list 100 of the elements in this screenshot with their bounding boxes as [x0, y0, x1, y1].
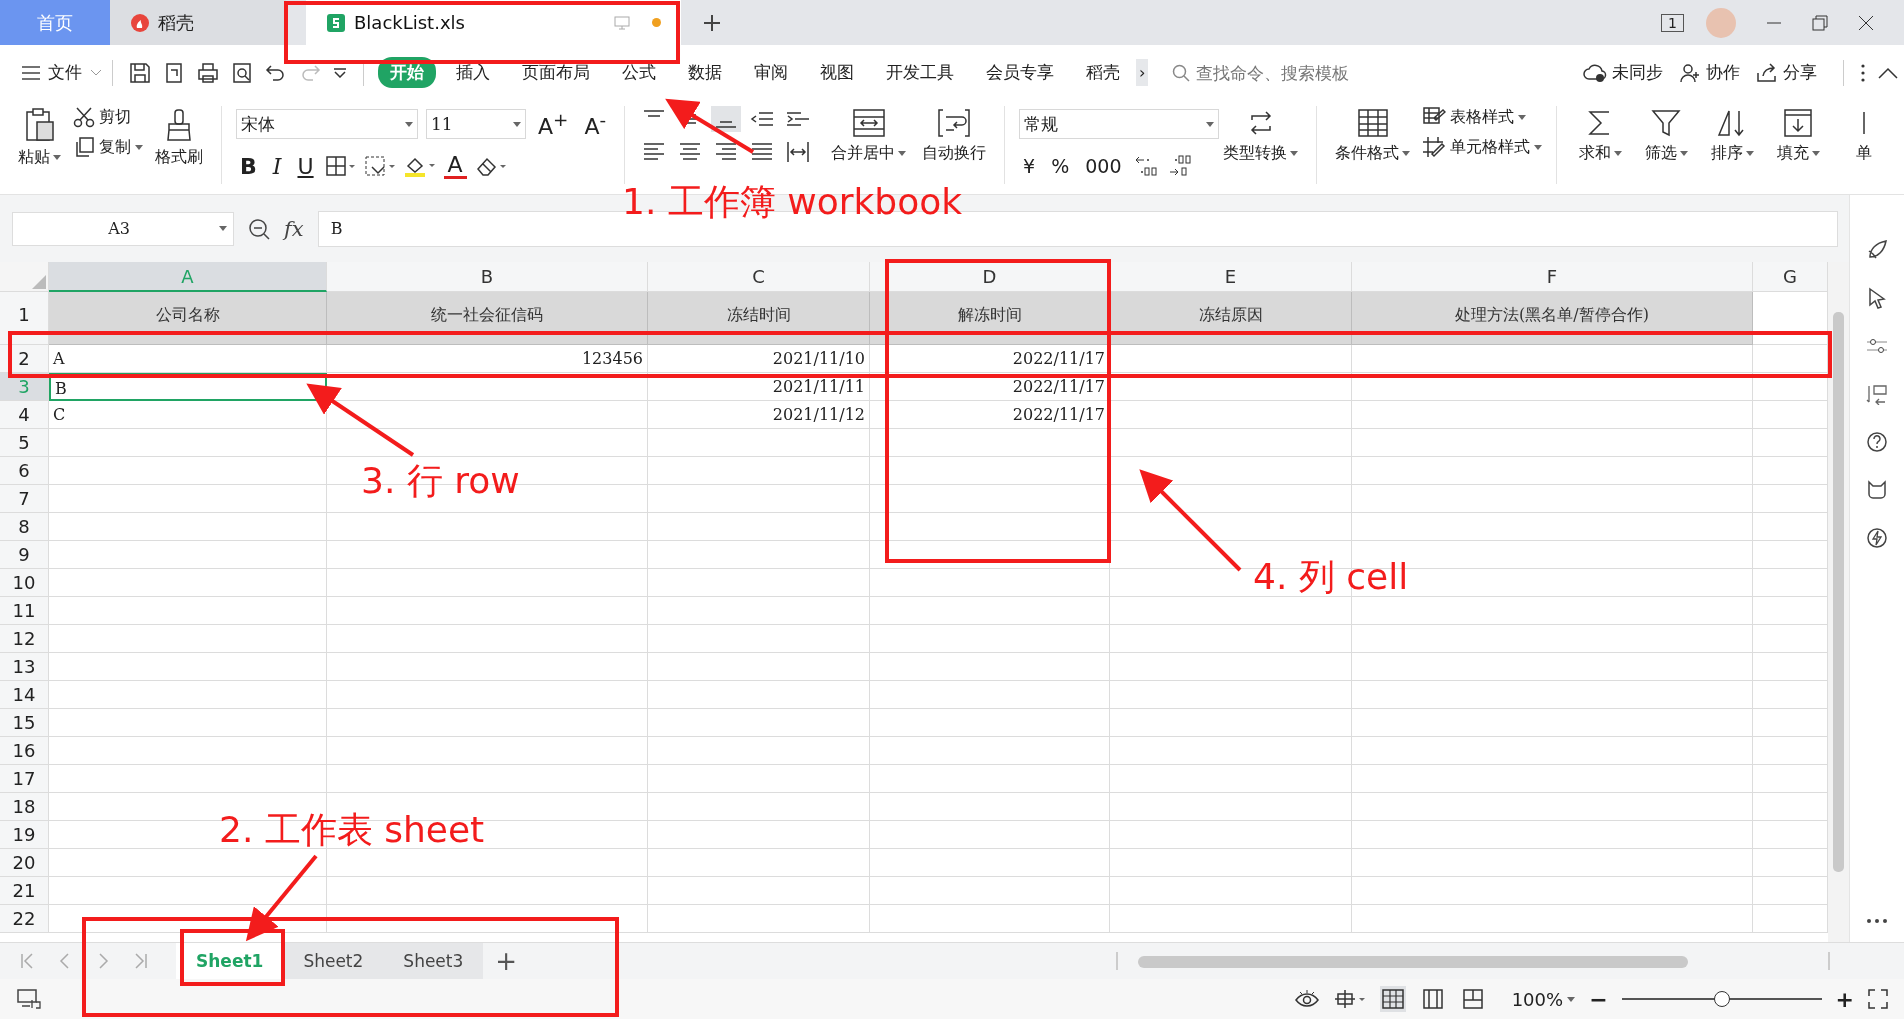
column-header[interactable]: G [1753, 262, 1828, 292]
insert-function-button[interactable]: fx [284, 216, 304, 241]
format-painter-button[interactable]: 格式刷 [151, 106, 207, 170]
zoom-dropdown[interactable]: 100% [1511, 988, 1576, 1010]
row-header[interactable]: 7 [0, 485, 49, 513]
new-tab-icon[interactable] [703, 13, 721, 32]
column-header[interactable]: B [327, 262, 648, 292]
more-vertical-icon[interactable] [1860, 62, 1866, 83]
print-preview-icon[interactable] [231, 61, 253, 84]
text-style-button[interactable]: U [293, 153, 318, 179]
toolbar-action[interactable]: 协作 [1679, 61, 1740, 84]
row-header[interactable]: 12 [0, 625, 49, 653]
file-menu[interactable]: 文件 [22, 61, 102, 84]
cursor-icon[interactable] [1866, 287, 1888, 309]
freeze-panes-icon[interactable] [1333, 988, 1366, 1010]
wrap-text-button[interactable]: 自动换行 [918, 106, 991, 166]
eraser-icon[interactable] [474, 155, 507, 177]
column-header[interactable]: C [648, 262, 870, 292]
type-convert-button[interactable]: 类型转换 [1219, 106, 1303, 166]
row-header[interactable]: 21 [0, 877, 49, 905]
merge-center-button[interactable]: 合并居中 [827, 106, 911, 166]
row-header[interactable]: 11 [0, 597, 49, 625]
page-count[interactable]: 1 [1661, 13, 1684, 32]
row-header[interactable]: 14 [0, 681, 49, 709]
editing-button[interactable]: 单 [1835, 106, 1894, 166]
cat-icon[interactable] [1866, 479, 1888, 501]
fullscreen-icon[interactable] [1868, 989, 1888, 1009]
ribbon-tab[interactable]: 公式 [610, 57, 668, 88]
window-tab[interactable]: BlackList.xls [306, 0, 681, 45]
font-size-button[interactable]: A$^{-}$ [580, 108, 611, 140]
print-icon[interactable] [197, 61, 219, 84]
row-header[interactable]: 6 [0, 457, 49, 485]
sheet-tab[interactable]: Sheet2 [283, 943, 384, 979]
number-format-dropdown[interactable]: 常规 [1019, 109, 1220, 139]
table-style-button[interactable]: 表格样式 [1422, 106, 1543, 128]
zoom-slider-thumb[interactable] [1713, 991, 1730, 1007]
row-header[interactable]: 9 [0, 541, 49, 569]
ribbon-tab[interactable]: 页面布局 [510, 57, 602, 88]
lightning-icon[interactable] [1866, 527, 1888, 549]
ribbon-tab[interactable]: 开发工具 [874, 57, 966, 88]
ribbon-tab[interactable]: 数据 [676, 57, 734, 88]
name-box[interactable]: A3 [12, 211, 234, 246]
help-icon[interactable] [1866, 431, 1888, 453]
macro-icon[interactable] [16, 988, 42, 1010]
font-size-button[interactable]: A$^{+}$ [534, 108, 573, 140]
font-color-button[interactable]: A [443, 153, 467, 179]
align-icon[interactable] [711, 106, 742, 132]
row-header[interactable]: 4 [0, 401, 49, 429]
number-format-button[interactable]: ¥ [1019, 155, 1040, 177]
search-field[interactable]: 查找命令、搜索模板 [1172, 61, 1379, 84]
row-header[interactable]: 17 [0, 765, 49, 793]
zoom-formula-icon[interactable] [248, 217, 270, 240]
more-tabs-button[interactable]: › [1136, 59, 1149, 86]
chevron-down-icon[interactable] [333, 67, 347, 78]
more-icon[interactable] [1866, 918, 1888, 924]
font-size-dropdown[interactable]: 11 [426, 109, 526, 139]
zoom-out-button[interactable]: − [1589, 986, 1608, 1012]
paste-button[interactable]: 粘贴 [14, 106, 65, 170]
borders-icon[interactable] [325, 155, 356, 177]
collapse-icon[interactable] [1878, 66, 1898, 79]
rocket-icon[interactable] [1866, 239, 1888, 261]
toolbar-action[interactable]: 分享 [1756, 61, 1817, 84]
ribbon-tab[interactable]: 插入 [444, 57, 502, 88]
zoom-in-button[interactable]: + [1835, 986, 1854, 1012]
row-header[interactable]: 8 [0, 513, 49, 541]
save-icon[interactable] [129, 61, 151, 84]
row-header[interactable]: 2 [0, 345, 49, 373]
ribbon-tab[interactable]: 视图 [808, 57, 866, 88]
toolbar-action[interactable]: 未同步 [1583, 61, 1663, 84]
conditional-format-button[interactable]: 条件格式 [1331, 106, 1415, 166]
editing-button[interactable]: 排序 [1703, 106, 1762, 166]
eye-icon[interactable] [1293, 988, 1320, 1010]
text-style-button[interactable]: I [268, 153, 286, 179]
ribbon-tab[interactable]: 审阅 [742, 57, 800, 88]
ribbon-tab[interactable]: 会员专享 [974, 57, 1066, 88]
zoom-slider[interactable] [1621, 990, 1822, 1008]
horizontal-scrollbar[interactable] [1116, 952, 1830, 970]
column-header[interactable]: D [870, 262, 1110, 292]
transfer-icon[interactable] [1866, 383, 1888, 405]
row-header[interactable]: 1 [0, 292, 49, 345]
sheet-tab[interactable]: Sheet3 [383, 943, 484, 979]
row-header[interactable]: 5 [0, 429, 49, 457]
row-header[interactable]: 16 [0, 737, 49, 765]
row-header[interactable]: 19 [0, 821, 49, 849]
cut-button[interactable]: 剪切 [73, 106, 143, 128]
restore-icon[interactable] [1812, 14, 1828, 31]
column-header[interactable]: E [1110, 262, 1352, 292]
column-header[interactable]: F [1352, 262, 1753, 292]
cell-border-icon[interactable] [363, 155, 396, 177]
number-format-button[interactable]: 000 [1081, 155, 1126, 177]
cell-style-button[interactable]: 单元格样式 [1422, 136, 1543, 158]
add-sheet-button[interactable]: + [495, 946, 518, 976]
editing-button[interactable]: 求和 [1571, 106, 1630, 166]
row-header[interactable]: 20 [0, 849, 49, 877]
decrease-decimal-icon[interactable] [1167, 154, 1194, 178]
export-icon[interactable] [163, 61, 185, 84]
window-tab[interactable]: 稻壳 [110, 0, 286, 45]
increase-decimal-icon[interactable] [1133, 154, 1160, 178]
editing-button[interactable]: 填充 [1769, 106, 1828, 166]
row-header[interactable]: 18 [0, 793, 49, 821]
